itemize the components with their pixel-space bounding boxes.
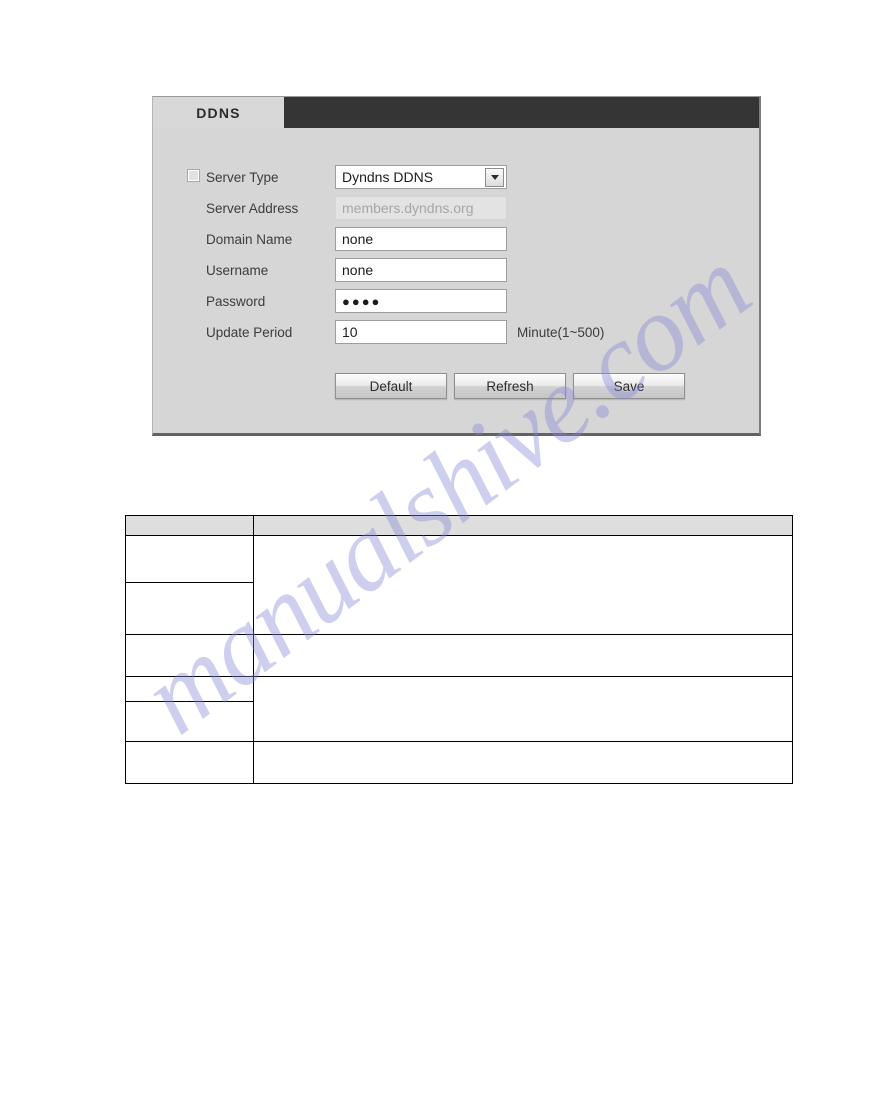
refresh-button[interactable]: Refresh	[454, 373, 566, 399]
cell-parameter	[125, 535, 254, 583]
table-row	[125, 535, 793, 635]
cell-parameter	[125, 676, 254, 702]
username-value: none	[342, 262, 374, 278]
server-address-input: members.dyndns.org	[335, 196, 507, 220]
update-period-value: 10	[342, 324, 358, 340]
cell-function	[253, 535, 793, 635]
default-button[interactable]: Default	[335, 373, 447, 399]
server-type-select[interactable]: Dyndns DDNS	[335, 165, 507, 189]
cell-parameter	[125, 634, 254, 677]
server-type-checkbox[interactable]	[187, 169, 200, 182]
header-function	[253, 515, 793, 536]
table-row	[125, 741, 793, 784]
table-header-row	[125, 515, 793, 536]
cell-function	[253, 634, 793, 677]
ddns-form: Server Type Dyndns DDNS Server Address m…	[153, 128, 759, 433]
cell-parameter	[125, 741, 254, 784]
password-input[interactable]: ●●●●	[335, 289, 507, 313]
cell-function	[253, 741, 793, 784]
table-row	[125, 676, 793, 742]
server-type-value: Dyndns DDNS	[342, 169, 434, 185]
cell-parameter	[125, 701, 254, 742]
domain-name-input[interactable]: none	[335, 227, 507, 251]
cell-parameter	[125, 582, 254, 635]
parameter-description-table	[125, 515, 793, 784]
header-parameter	[125, 515, 254, 536]
ddns-settings-panel: DDNS Server Type Dyndns DDNS Server Addr…	[152, 96, 761, 436]
save-button[interactable]: Save	[573, 373, 685, 399]
tab-ddns-label: DDNS	[196, 104, 241, 121]
button-row: Default Refresh Save	[335, 373, 685, 399]
cell-function	[253, 676, 793, 742]
username-input[interactable]: none	[335, 258, 507, 282]
update-period-input[interactable]: 10	[335, 320, 507, 344]
update-period-unit: Minute(1~500)	[517, 324, 605, 340]
chevron-down-icon[interactable]	[485, 167, 504, 187]
tab-strip-filler	[284, 97, 759, 128]
domain-name-value: none	[342, 231, 374, 247]
tab-ddns[interactable]: DDNS	[153, 97, 284, 128]
table-row	[125, 634, 793, 677]
password-value: ●●●●	[342, 293, 382, 309]
server-address-value: members.dyndns.org	[342, 200, 474, 216]
tab-strip: DDNS	[153, 97, 759, 128]
